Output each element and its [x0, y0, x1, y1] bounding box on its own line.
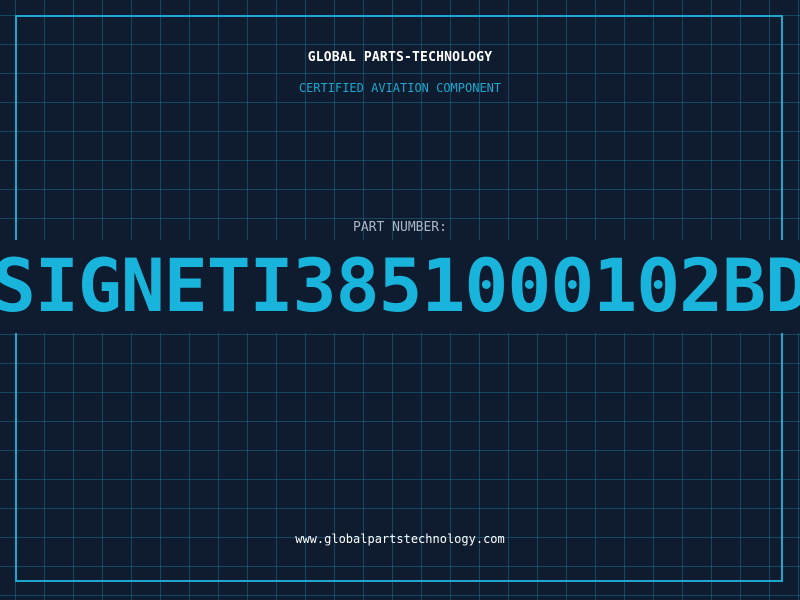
company-name: GLOBAL PARTS-TECHNOLOGY [307, 50, 493, 65]
part-number-label: PART NUMBER: [353, 220, 447, 235]
certification-label-page: { "header": { "company_name": "GLOBAL PA… [0, 0, 800, 600]
website-url: www.globalpartstechnology.com [295, 532, 505, 546]
part-number-band: SIGNETI3851000102BD [0, 240, 800, 333]
certification-subtitle: CERTIFIED AVIATION COMPONENT [298, 81, 502, 95]
part-number-value: SIGNETI3851000102BD [0, 244, 800, 329]
